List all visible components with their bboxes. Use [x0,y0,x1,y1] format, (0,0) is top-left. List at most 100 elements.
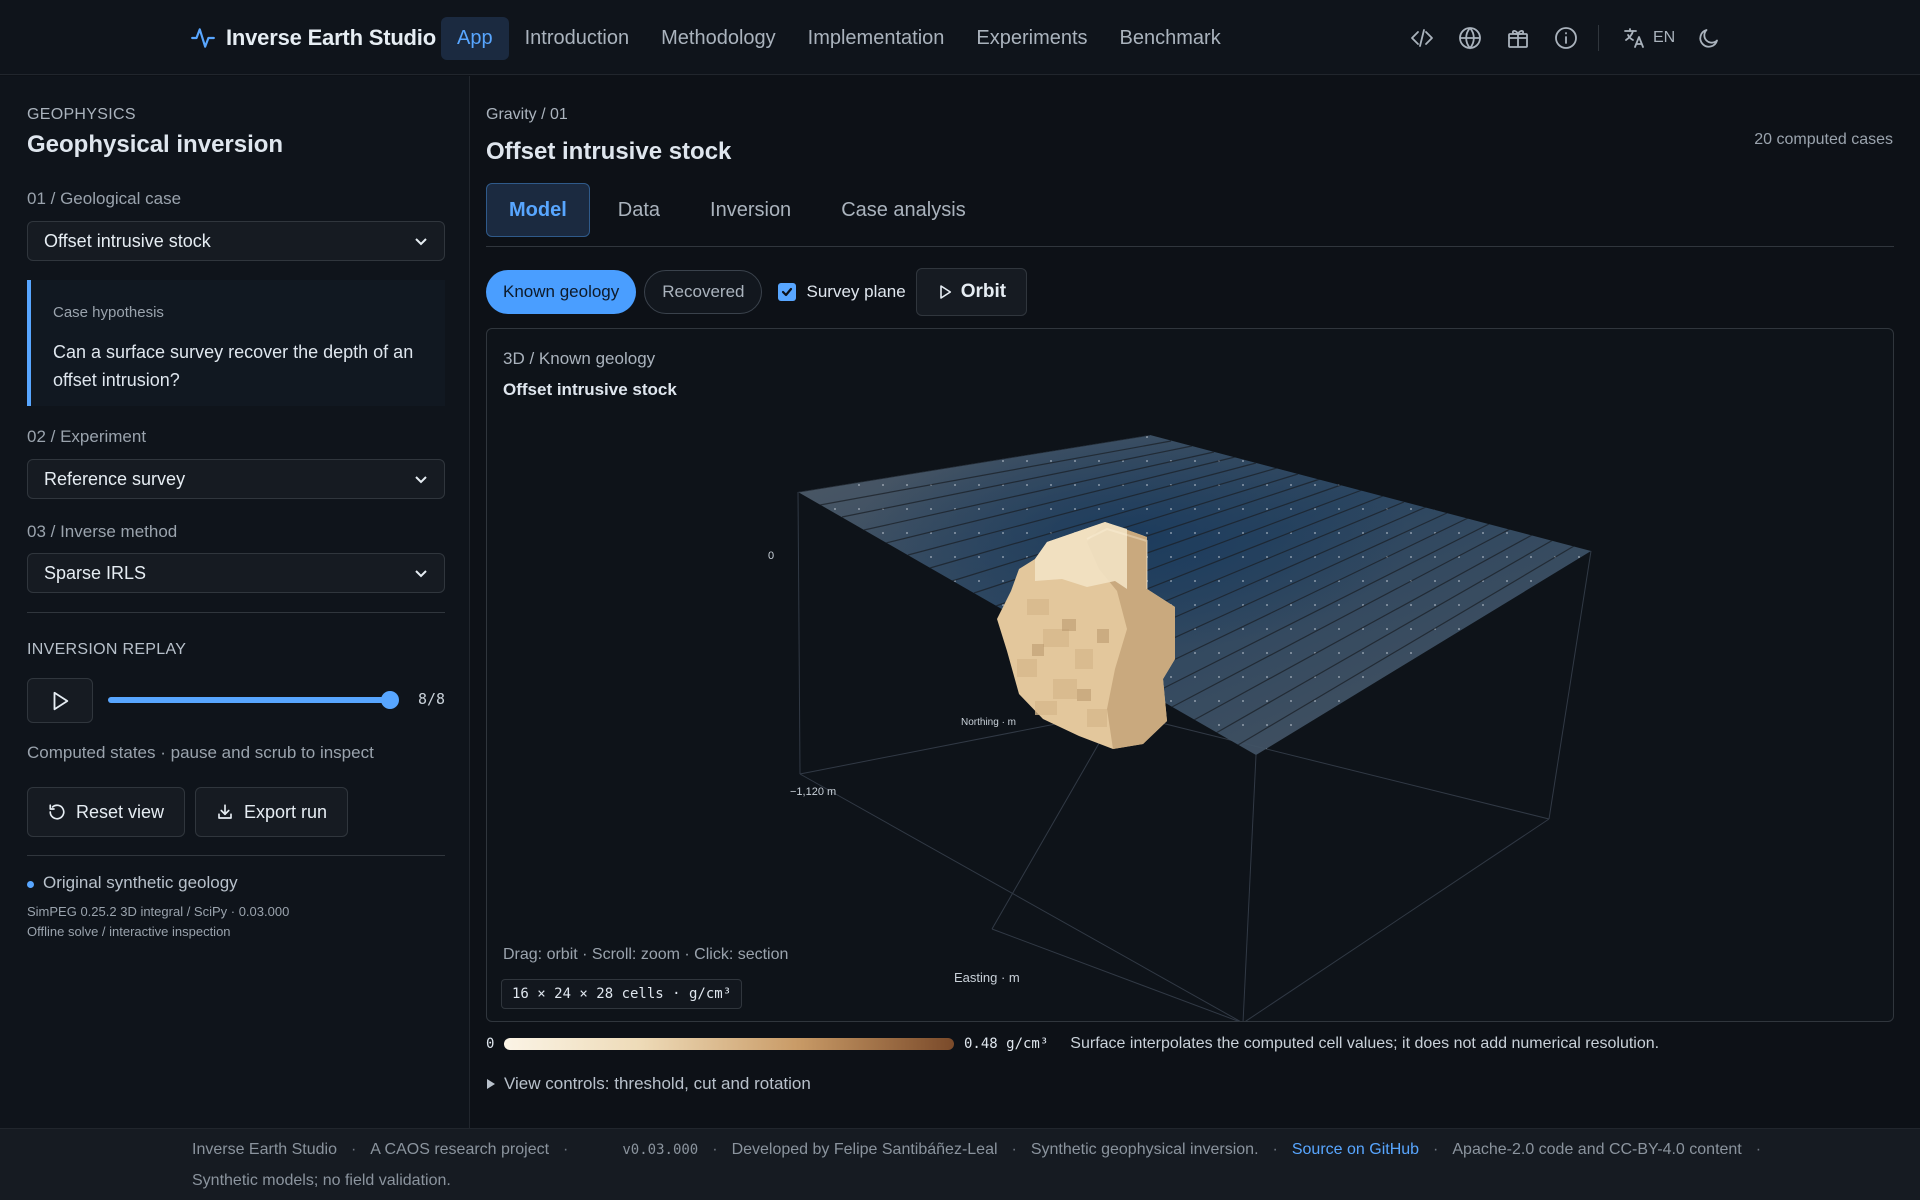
experiment-select[interactable]: Reference survey [27,459,445,499]
nav-link-implementation[interactable]: Implementation [792,17,961,60]
nav-separator [1598,25,1599,51]
sidebar-kicker: GEOPHYSICS [27,106,136,123]
info-icon[interactable] [1542,20,1590,56]
recovered-toggle[interactable]: Recovered [644,270,763,314]
hypothesis-text: Can a surface survey recover the depth o… [53,342,414,390]
cells-badge: 16 × 24 × 28 cells · g/cm³ [501,979,743,1009]
view-controls-label: View controls: threshold, cut and rotati… [504,1074,811,1093]
nav-link-introduction[interactable]: Introduction [509,17,646,60]
meta-line-1: SimPEG 0.25.2 3D integral / SciPy · 0.03… [27,904,290,919]
tab-data[interactable]: Data [596,183,682,237]
nav-link-app[interactable]: App [441,17,509,60]
footer-disclaimer: Synthetic models; no field validation. [192,1172,451,1189]
footer-separator: · [1011,1141,1017,1158]
experiment-select-value: Reference survey [44,468,186,489]
nav-icons: EN [1398,20,1733,56]
easting-axis-label: Easting · m [954,970,1020,985]
page-title: Offset intrusive stock [486,138,732,165]
axis-top-label: 0 [768,550,774,562]
nav-links: App Introduction Methodology Implementat… [441,17,1237,60]
scale-gradient-bar [504,1038,954,1050]
orbit-button[interactable]: Orbit [915,268,1028,316]
orbit-label: Orbit [960,281,1007,302]
method-select[interactable]: Sparse IRLS [27,553,445,593]
viewer-kicker: 3D / Known geology [503,349,656,368]
case-hypothesis: Case hypothesis Can a surface survey rec… [27,280,445,406]
top-nav: Inverse Earth Studio App Introduction Me… [0,0,1920,75]
replay-slider[interactable] [108,691,399,709]
case-label: 01 / Geological case [27,189,182,208]
language-switch[interactable]: EN [1613,26,1685,50]
footer: Inverse Earth Studio · A CAOS research p… [0,1128,1920,1200]
footer-brand: Inverse Earth Studio [192,1141,337,1158]
sidebar: GEOPHYSICS Geophysical inversion 01 / Ge… [0,76,470,1128]
scale-note: Surface interpolates the computed cell v… [1070,1035,1660,1052]
reset-view-label: Reset view [76,801,165,822]
experiment-label: 02 / Experiment [27,427,147,446]
survey-plane-label: Survey plane [806,282,906,301]
tab-inversion[interactable]: Inversion [688,183,813,237]
export-run-button[interactable]: Export run [195,787,349,837]
reset-icon [49,804,65,820]
language-code: EN [1653,29,1676,46]
color-scale: 0 0.48 g/cm³ Surface interpolates the co… [486,1033,1659,1055]
tab-bar: Model Data Inversion Case analysis [486,183,1894,247]
replay-slider-fill [108,697,390,703]
footer-description: Synthetic geophysical inversion. [1030,1141,1259,1158]
tab-case-analysis[interactable]: Case analysis [819,183,988,237]
brand[interactable]: Inverse Earth Studio [190,20,436,56]
tab-model[interactable]: Model [486,183,590,237]
replay-title: INVERSION REPLAY [27,641,187,658]
chevron-down-icon [415,238,427,246]
survey-plane-checkbox[interactable]: Survey plane [778,282,906,302]
play-icon [939,285,951,299]
replay-slider-thumb[interactable] [381,691,399,709]
nav-link-experiments[interactable]: Experiments [960,17,1103,60]
hypothesis-kicker: Case hypothesis [53,304,164,321]
github-link[interactable]: Source on GitHub [1292,1141,1419,1159]
download-icon [218,804,232,819]
brand-name: Inverse Earth Studio [226,25,436,50]
footer-separator: · [712,1141,718,1158]
model-viewer-3d[interactable]: 0 −1,120 m Northing · m Easting · m 3D /… [486,328,1894,1022]
known-geology-toggle[interactable]: Known geology [486,270,637,314]
footer-separator: · [1272,1141,1278,1158]
replay-note: Computed states · pause and scrub to ins… [27,743,374,762]
legend-dot [27,881,34,888]
viewer-hint: Drag: orbit · Scroll: zoom · Click: sect… [503,946,789,963]
scale-min: 0 [486,1036,495,1052]
reset-view-button[interactable]: Reset view [27,787,186,837]
sidebar-title: Geophysical inversion [27,131,284,158]
footer-separator: · [350,1141,357,1158]
nav-link-methodology[interactable]: Methodology [645,17,792,60]
method-select-value: Sparse IRLS [44,562,147,583]
code-icon[interactable] [1398,20,1446,56]
translate-icon [1624,28,1644,48]
3d-scene[interactable]: 0 −1,120 m Northing · m Easting · m [487,329,1894,1022]
viewer-toolbar: Known geology Recovered Survey plane Orb… [486,268,1028,316]
footer-version: v0.03.000 [622,1142,699,1158]
axis-bottom-label: −1,120 m [790,786,836,798]
moon-icon[interactable] [1685,20,1733,56]
chevron-down-icon [415,476,427,484]
nav-link-benchmark[interactable]: Benchmark [1104,17,1237,60]
footer-project: A CAOS research project [370,1141,550,1158]
case-select[interactable]: Offset intrusive stock [27,221,445,261]
legend-label: Original synthetic geology [43,873,238,892]
footer-row: Inverse Earth Studio · A CAOS research p… [192,1141,1775,1159]
footer-separator: · [1433,1141,1439,1158]
northing-axis-label: Northing · m [961,717,1016,728]
case-count: 20 computed cases [1754,131,1893,148]
chevron-down-icon [415,570,427,578]
method-label: 03 / Inverse method [27,522,178,541]
footer-separator: · [1755,1141,1762,1158]
replay-play-button[interactable] [27,678,93,723]
scale-max: 0.48 g/cm³ [964,1036,1049,1052]
sidebar-divider [27,612,445,613]
play-icon [53,691,69,710]
gift-icon[interactable] [1494,20,1542,56]
view-controls-toggle[interactable]: View controls: threshold, cut and rotati… [486,1074,811,1094]
breadcrumb: Gravity / 01 [486,106,568,123]
caret-right-icon [487,1079,495,1089]
globe-icon[interactable] [1446,20,1494,56]
